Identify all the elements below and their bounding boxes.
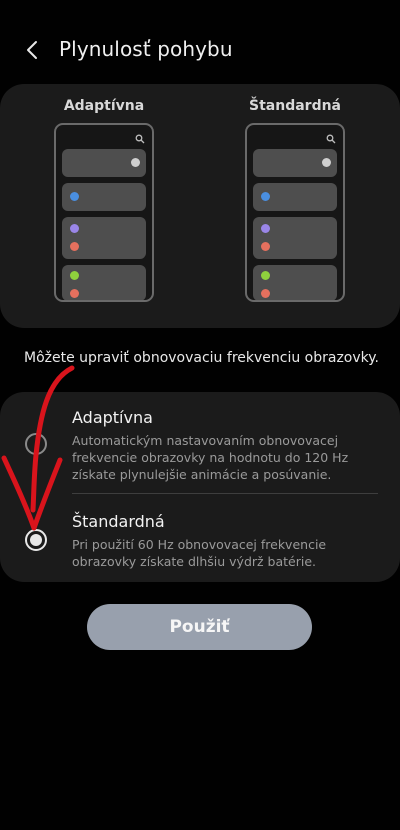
preview-card: Adaptívna Štandardná [0, 84, 400, 328]
option-standard[interactable]: Štandardná Pri použití 60 Hz obnovovacej… [0, 494, 400, 582]
option-subtitle: Automatickým nastavovaním obnovovacej fr… [72, 433, 349, 482]
page-title: Plynulosť pohybu [59, 37, 233, 61]
mini-card [62, 217, 146, 259]
green-dot [70, 271, 79, 280]
toggle-dot [131, 158, 140, 167]
option-title: Adaptívna [72, 408, 153, 427]
red-dot [261, 289, 270, 298]
preview-label-standard: Štandardná [249, 98, 341, 114]
refresh-rate-description: Môžete upraviť obnovovaciu frekvenciu ob… [24, 350, 379, 366]
refresh-rate-options: Adaptívna Automatickým nastavovaním obno… [0, 392, 400, 582]
mini-card [253, 183, 337, 211]
back-button[interactable] [18, 36, 46, 64]
search-icon [135, 134, 145, 144]
option-adaptive[interactable]: Adaptívna Automatickým nastavovaním obno… [0, 392, 400, 493]
blue-dot [261, 192, 270, 201]
purple-dot [70, 224, 79, 233]
mini-card [253, 149, 337, 177]
search-icon [326, 134, 336, 144]
mini-card [62, 183, 146, 211]
phone-mockup [245, 123, 345, 302]
red-dot [70, 289, 79, 298]
option-subtitle: Pri použití 60 Hz obnovovacej frekvencie… [72, 537, 327, 569]
green-dot [261, 271, 270, 280]
purple-dot [261, 224, 270, 233]
apply-button[interactable]: Použiť [87, 604, 312, 650]
chevron-left-icon [27, 41, 37, 59]
radio-standard[interactable] [25, 529, 47, 551]
mini-card [62, 149, 146, 177]
app-header: Plynulosť pohybu [0, 28, 400, 72]
preview-label-adaptive: Adaptívna [63, 98, 145, 114]
radio-adaptive[interactable] [25, 433, 47, 455]
red-dot [70, 242, 79, 251]
phone-mockup [54, 123, 154, 302]
mini-card [253, 217, 337, 259]
toggle-dot [322, 158, 331, 167]
mini-card [62, 265, 146, 300]
mini-card [253, 265, 337, 300]
option-title: Štandardná [72, 512, 165, 531]
blue-dot [70, 192, 79, 201]
red-dot [261, 242, 270, 251]
